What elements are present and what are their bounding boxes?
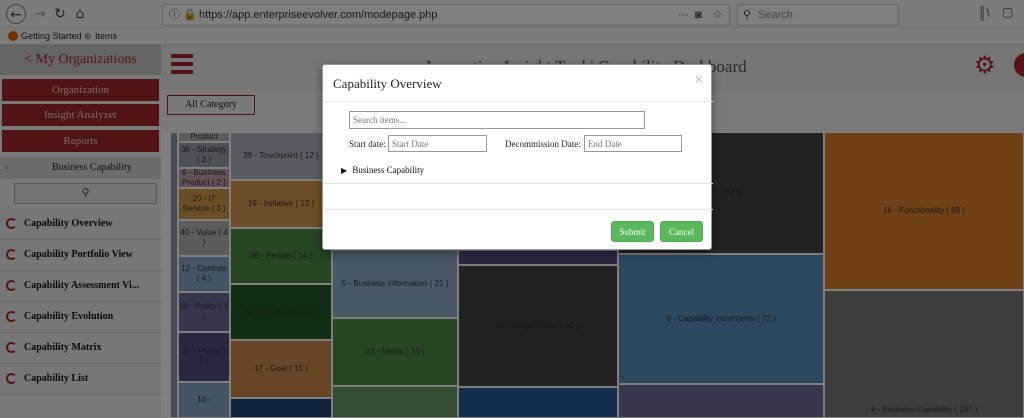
- tree-node-business-capability[interactable]: ▶ Business Capability: [341, 165, 424, 175]
- divider: [323, 209, 713, 210]
- tree-node-label: Business Capability: [352, 165, 425, 175]
- modal-title: Capability Overview: [333, 76, 442, 91]
- start-date-input[interactable]: [388, 135, 487, 152]
- close-icon[interactable]: ×: [694, 72, 704, 86]
- divider: [323, 101, 713, 102]
- cancel-button[interactable]: Cancel: [660, 221, 703, 242]
- decommission-date-label: Decommission Date:: [505, 139, 581, 149]
- caret-right-icon[interactable]: ▶: [341, 166, 347, 175]
- end-date-input[interactable]: [584, 135, 682, 152]
- start-date-label: Start date:: [349, 139, 386, 149]
- divider: [323, 183, 713, 184]
- search-items-input[interactable]: [349, 111, 645, 129]
- submit-button[interactable]: Submit: [611, 221, 654, 242]
- capability-overview-modal: Capability Overview × Start date: Decomm…: [322, 64, 713, 250]
